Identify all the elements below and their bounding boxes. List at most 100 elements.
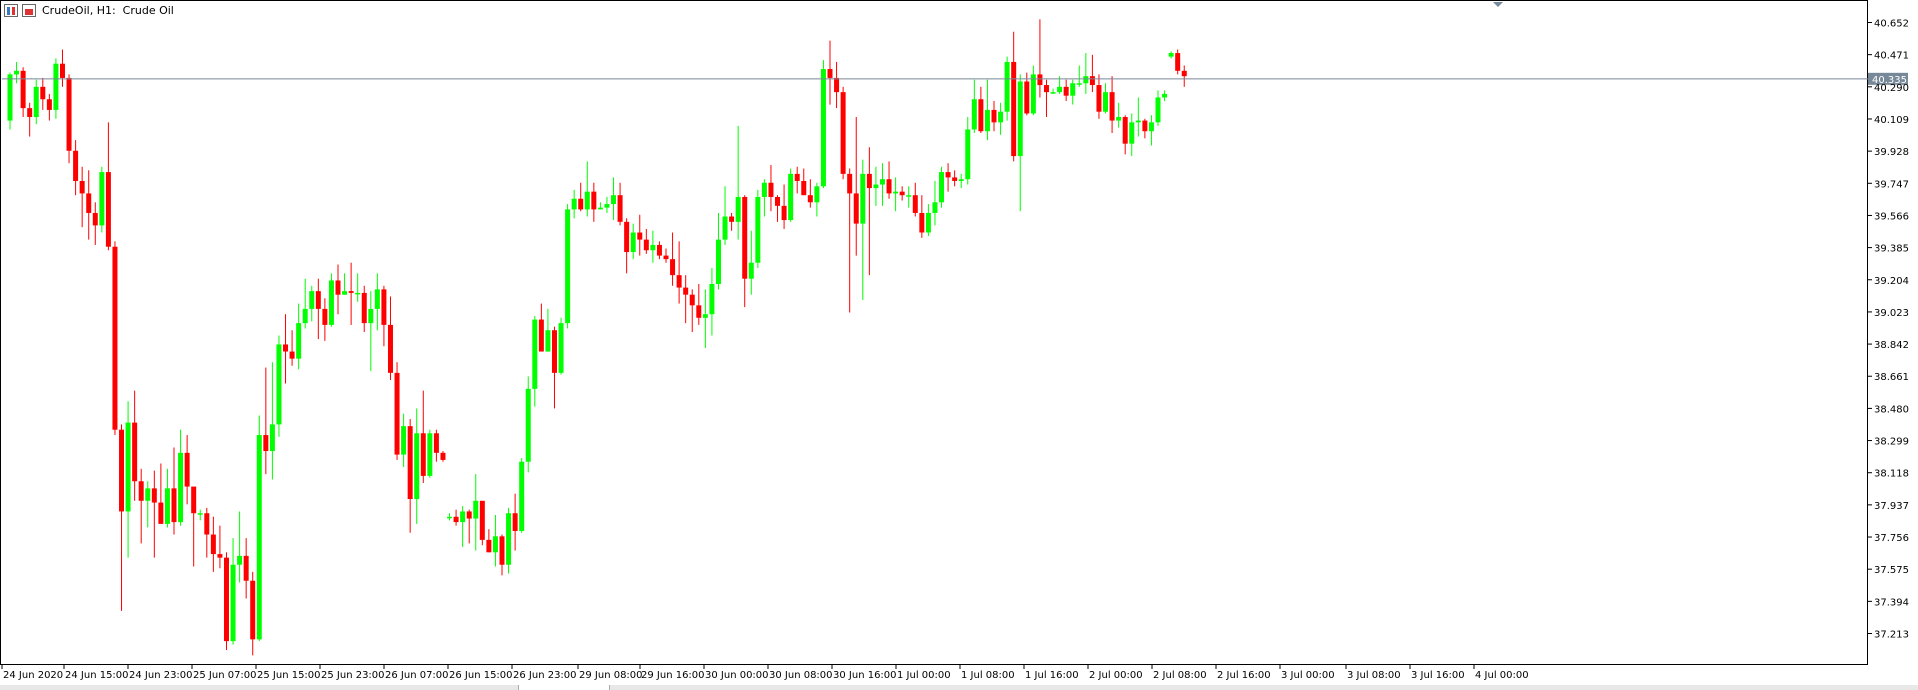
- candle-body: [217, 554, 223, 558]
- candle-body: [125, 422, 131, 512]
- price-chart[interactable]: 40.335 40.652 40.471 40.290 40.109 39.928 39.…: [0, 0, 1918, 690]
- candle-body: [158, 502, 164, 524]
- candle-body: [952, 177, 958, 181]
- candle: [584, 161, 590, 217]
- candle: [119, 424, 125, 611]
- candle: [66, 74, 72, 164]
- candle-body: [1096, 85, 1102, 112]
- candle: [276, 335, 282, 437]
- candle: [1109, 76, 1115, 134]
- y-tick-label: 38.480: [1874, 404, 1909, 415]
- candle-body: [479, 500, 485, 540]
- candle-body: [46, 99, 52, 110]
- candle-body: [866, 173, 872, 189]
- candle-body: [33, 86, 39, 118]
- candle: [755, 189, 761, 269]
- candle: [79, 166, 85, 228]
- candle: [40, 77, 46, 110]
- candle: [971, 79, 977, 134]
- candle-body: [164, 488, 170, 524]
- candle-body: [223, 557, 229, 642]
- candle-body: [145, 488, 151, 501]
- candle: [597, 202, 603, 210]
- candle-body: [519, 461, 525, 531]
- candle: [407, 419, 413, 533]
- candle: [958, 173, 964, 189]
- candle: [1050, 88, 1056, 94]
- candle-body: [1050, 92, 1056, 94]
- candle-body: [709, 284, 715, 315]
- candle: [853, 117, 859, 256]
- candle-body: [112, 246, 118, 430]
- candle-body: [204, 513, 210, 535]
- candle-body: [939, 172, 945, 203]
- candle-body: [7, 74, 13, 121]
- candle-body: [263, 435, 269, 452]
- candle: [794, 166, 800, 194]
- candle: [178, 429, 184, 526]
- x-tick-label: 30 Jun 16:00: [833, 670, 897, 681]
- candle-body: [73, 150, 79, 181]
- candle: [643, 228, 649, 254]
- candle: [683, 275, 689, 324]
- candle: [53, 58, 59, 119]
- candle: [460, 506, 466, 547]
- candle: [939, 166, 945, 208]
- candle-body: [945, 172, 951, 178]
- y-tick-label: 37.575: [1874, 565, 1909, 576]
- candle: [184, 435, 190, 505]
- candle-body: [794, 173, 800, 181]
- candle-body: [1122, 117, 1128, 144]
- x-tick-label: 26 Jun 23:00: [513, 670, 577, 681]
- y-tick-label: 39.566: [1874, 211, 1909, 222]
- candle-body: [781, 205, 787, 221]
- candle-body: [958, 179, 964, 181]
- candle: [197, 509, 203, 521]
- candle-body: [755, 196, 761, 263]
- candle-body: [696, 305, 702, 318]
- candle: [263, 367, 269, 475]
- candle: [663, 248, 669, 263]
- candle-body: [447, 516, 453, 519]
- candle: [729, 212, 735, 231]
- candle: [243, 538, 249, 599]
- x-tick-label: 24 Jun 15:00: [65, 670, 129, 681]
- candle-body: [597, 207, 603, 210]
- candle: [138, 468, 144, 544]
- candle: [342, 273, 348, 295]
- candle: [847, 168, 853, 313]
- x-tick-label: 26 Jun 07:00: [385, 670, 449, 681]
- candle: [532, 316, 538, 407]
- candle: [440, 451, 446, 462]
- candle: [860, 159, 866, 301]
- candle: [387, 296, 393, 380]
- candle-body: [768, 182, 774, 197]
- x-tick-label: 1 Jul 16:00: [1025, 670, 1079, 681]
- candle: [1142, 118, 1148, 139]
- candle-body: [558, 323, 564, 373]
- candle: [748, 230, 754, 295]
- candle: [1148, 115, 1154, 146]
- x-tick-label: 24 Jun 2020: [3, 670, 63, 681]
- candle: [33, 79, 39, 125]
- candle-body: [925, 212, 931, 233]
- candle-body: [1024, 81, 1030, 114]
- candle: [73, 140, 79, 196]
- x-tick-label: 4 Jul 00:00: [1475, 670, 1529, 681]
- y-tick-label: 38.118: [1874, 469, 1909, 480]
- candle: [1162, 90, 1168, 102]
- candle-body: [545, 330, 551, 352]
- candle-body: [578, 198, 584, 210]
- candle-body: [499, 536, 505, 565]
- candle: [834, 61, 840, 109]
- chart-type-icon[interactable]: [4, 3, 18, 17]
- candle-body: [1168, 53, 1174, 57]
- candle-body: [79, 180, 85, 194]
- bars-icon[interactable]: [22, 3, 36, 17]
- candle-body: [309, 291, 315, 309]
- candle: [801, 168, 807, 196]
- candle: [893, 177, 899, 212]
- candle: [328, 273, 334, 327]
- chart-tab-active[interactable]: [518, 685, 610, 690]
- candle-body: [14, 70, 20, 75]
